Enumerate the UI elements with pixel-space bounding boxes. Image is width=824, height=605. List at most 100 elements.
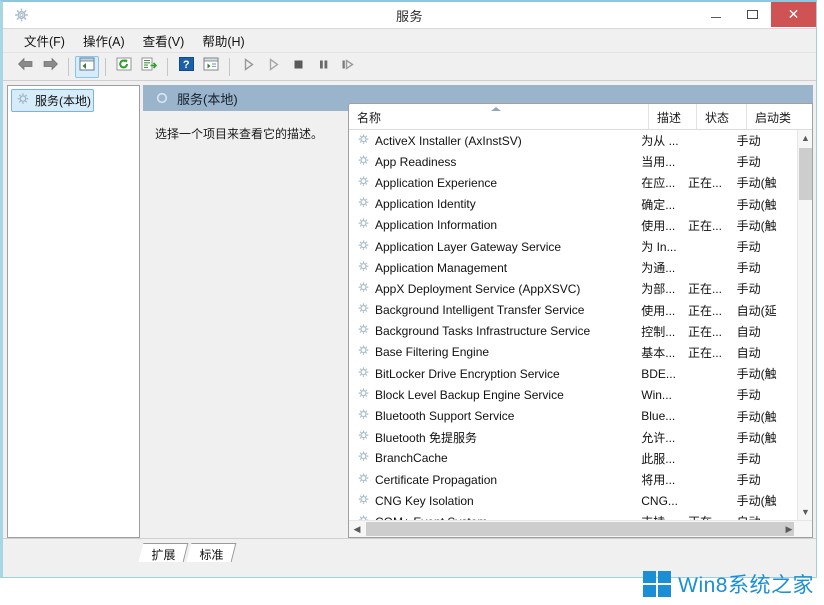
start-service-button[interactable] [236,56,260,78]
service-name-cell: Certificate Propagation [349,472,641,488]
menu-file[interactable]: 文件(F) [15,29,74,52]
service-startup-type-cell: 自动(延 [736,303,777,318]
close-button[interactable]: ✕ [771,2,816,27]
services-list-view: 名称 描述 状态 启动类 ActiveX Installer (AxInstSV… [348,103,813,538]
refresh-button[interactable] [112,56,136,78]
service-name-label: Application Layer Gateway Service [375,239,562,254]
table-row[interactable]: Application Identity 确定... 手动(触 [349,194,797,215]
service-description-cell: 在应... [641,176,676,191]
menu-view[interactable]: 查看(V) [134,29,194,52]
toolbar-separator [167,57,168,76]
services-gear-icon [16,92,30,109]
show-hide-console-tree-button[interactable] [75,55,99,78]
console-tree-pane: 服务(本地) [7,85,140,538]
service-startup-type-cell: 手动 [736,388,761,403]
service-name-label: Bluetooth Support Service [375,409,515,424]
restart-icon [341,58,356,76]
table-row[interactable]: COM+ Event System支持...正在...自动 [349,511,797,520]
service-name-cell: Background Intelligent Transfer Service [349,302,641,318]
detail-description: 选择一个项目来查看它的描述。 [155,127,324,141]
pause-service-button[interactable] [311,56,335,78]
service-description-cell: 允许... [641,430,676,445]
watermark-text: Win8系统之家 [678,574,814,597]
minimize-button[interactable] [697,2,734,27]
forward-button[interactable] [38,56,62,78]
horizontal-scroll-thumb[interactable] [366,522,794,536]
properties-button[interactable] [199,56,223,78]
column-header-name[interactable]: 名称 [349,104,649,129]
window-title: 服务 [395,9,423,24]
service-name-label: Background Tasks Infrastructure Service [375,324,591,339]
tree-item-services-local[interactable]: 服务(本地) [11,89,94,112]
scroll-right-icon[interactable]: ▶ [781,521,797,537]
scroll-down-icon[interactable]: ▼ [798,504,812,520]
column-header-status[interactable]: 状态 [697,104,747,129]
table-row[interactable]: Block Level Backup Engine Service Win... 手… [349,384,797,405]
table-row[interactable]: Base Filtering Engine 基本... 正在... 自动 [349,342,797,363]
table-row[interactable]: Bluetooth Support Service Blue... 手动(触 [349,405,797,426]
service-gear-icon [357,281,370,297]
menu-action[interactable]: 操作(A) [74,29,134,52]
scroll-up-icon[interactable]: ▲ [798,130,812,146]
service-status-cell: 正在... [687,218,722,233]
help-button[interactable]: ? [174,56,198,78]
stop-service-button[interactable] [286,56,310,78]
service-name-cell: CNG Key Isolation [349,493,641,509]
service-name-label: ActiveX Installer (AxInstSV) [375,133,522,148]
vertical-scrollbar[interactable]: ▲ ▼ [797,130,812,520]
service-name-label: Base Filtering Engine [375,345,490,360]
table-row[interactable]: Certificate Propagation 将用... 手动 [349,469,797,490]
window-frame: 服务 ✕ 文件(F) 操作(A) 查看(V) 帮助(H) ? 服务(本地) 服务… [0,0,817,578]
table-row[interactable]: Background Tasks Infrastructure Service 控… [349,321,797,342]
column-header-name-label: 名称 [357,111,382,125]
service-description-cell: 为部... [641,282,676,297]
service-name-label: BitLocker Drive Encryption Service [375,366,560,381]
table-row[interactable]: Application Information 使用... 正在... 手动(触 [349,215,797,236]
vertical-scroll-thumb[interactable] [799,148,812,200]
table-row[interactable]: App Readiness 当用... 手动 [349,151,797,172]
service-name-label: AppX Deployment Service (AppXSVC) [375,281,581,296]
column-header-startup-type[interactable]: 启动类 [747,104,807,129]
service-startup-type-cell: 手动(触 [736,197,777,212]
service-gear-icon [357,260,370,276]
table-row[interactable]: Background Intelligent Transfer Service 使… [349,300,797,321]
table-row[interactable]: AppX Deployment Service (AppXSVC) 为部... 正在… [349,278,797,299]
service-description-cell: 使用... [641,303,676,318]
table-row[interactable]: BranchCache 此服... 手动 [349,448,797,469]
menu-help[interactable]: 帮助(H) [193,29,253,52]
resume-service-button[interactable] [261,56,285,78]
service-startup-type-cell: 手动 [736,134,761,149]
restart-service-button[interactable] [336,56,360,78]
maximize-button[interactable] [734,2,771,27]
service-name-label: Application Information [375,218,498,233]
tab-standard[interactable]: 标准 [186,543,237,562]
table-row[interactable]: ActiveX Installer (AxInstSV) 为从 ... 手动 [349,130,797,151]
back-button[interactable] [13,56,37,78]
service-name-cell: AppX Deployment Service (AppXSVC) [349,281,641,297]
windows-logo-icon [643,571,672,597]
table-row[interactable]: Application Layer Gateway Service 为 In...… [349,236,797,257]
table-row[interactable]: Bluetooth 免提服务 允许... 手动(触 [349,427,797,448]
service-name-cell: Application Information [349,217,641,233]
table-row[interactable]: BitLocker Drive Encryption Service BDE...… [349,363,797,384]
service-startup-type-cell: 手动 [736,155,761,170]
scroll-left-icon[interactable]: ◀ [349,521,365,537]
service-description-cell: 为从 ... [641,134,679,149]
service-name-cell: Application Experience [349,175,641,191]
horizontal-scrollbar[interactable]: ◀ ▶ [349,520,812,537]
service-gear-icon [357,450,370,466]
title-bar: 服务 ✕ [3,2,816,29]
service-gear-icon [357,133,370,149]
view-tab-strip: 扩展 标准 [3,538,816,562]
service-gear-icon [357,366,370,382]
table-row[interactable]: Application Experience 在应... 正在... 手动(触 [349,172,797,193]
export-list-button[interactable] [137,56,161,78]
tab-extended-label: 扩展 [151,548,176,562]
detail-pane-title: 服务(本地) [177,92,238,107]
table-row[interactable]: CNG Key Isolation CNG... 手动(触 [349,490,797,511]
tab-extended[interactable]: 扩展 [138,543,189,562]
table-row[interactable]: Application Management 为通... 手动 [349,257,797,278]
service-startup-type-cell: 手动(触 [736,218,777,233]
column-header-description[interactable]: 描述 [649,104,697,129]
service-status-cell: 正在... [687,303,722,318]
